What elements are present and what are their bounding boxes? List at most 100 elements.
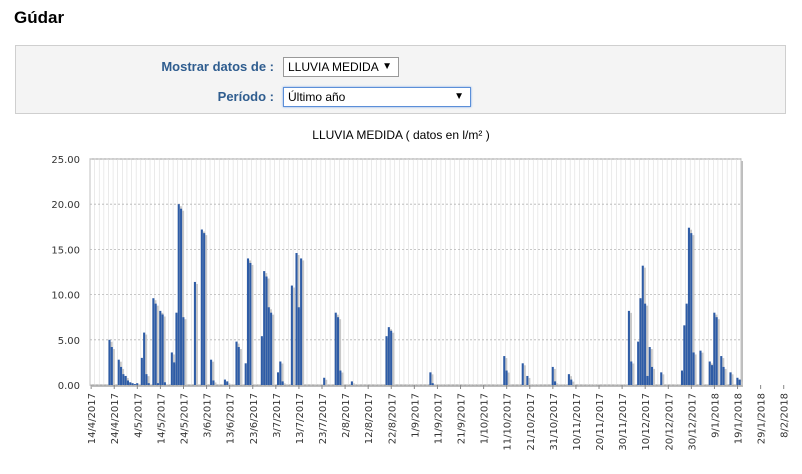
bar bbox=[177, 204, 180, 385]
bar-shadow bbox=[341, 372, 344, 385]
bar-shadow bbox=[283, 383, 286, 385]
bar bbox=[639, 298, 642, 385]
y-tick-label: 25.00 bbox=[51, 155, 80, 166]
bar bbox=[736, 377, 739, 385]
bar bbox=[133, 384, 136, 385]
bar bbox=[170, 352, 173, 385]
y-tick-label: 20.00 bbox=[51, 200, 80, 211]
x-tick-label: 21/9/2017 bbox=[457, 393, 468, 444]
data-source-label: Mostrar datos de : bbox=[161, 59, 274, 74]
bar bbox=[237, 347, 240, 385]
bar bbox=[147, 383, 150, 385]
bar bbox=[281, 381, 284, 385]
y-tick-label: 10.00 bbox=[51, 291, 80, 302]
period-label: Período : bbox=[217, 89, 274, 104]
bar bbox=[713, 312, 716, 385]
bar-shadow bbox=[205, 235, 208, 385]
bar bbox=[203, 233, 206, 385]
x-tick-label: 13/6/2017 bbox=[226, 393, 237, 444]
bar bbox=[699, 350, 702, 385]
bar bbox=[295, 253, 298, 385]
bar bbox=[249, 262, 252, 385]
bar-shadow bbox=[184, 319, 187, 385]
bar-shadow bbox=[572, 381, 575, 385]
bar bbox=[244, 363, 247, 385]
x-tick-label: 1/9/2017 bbox=[410, 393, 421, 438]
x-tick-label: 3/7/2017 bbox=[272, 393, 283, 438]
bar bbox=[265, 276, 268, 385]
bar bbox=[722, 366, 725, 385]
bar bbox=[660, 372, 663, 385]
bar-shadow bbox=[662, 374, 665, 385]
bar-shadow bbox=[528, 377, 531, 385]
x-tick-label: 24/5/2017 bbox=[179, 393, 190, 444]
bar bbox=[276, 372, 280, 385]
bar bbox=[226, 381, 229, 385]
bar bbox=[161, 314, 164, 385]
filter-panel: Mostrar datos de : LLUVIA MEDIDA ▼ Perío… bbox=[15, 45, 786, 114]
bar bbox=[140, 357, 143, 385]
bar bbox=[570, 379, 573, 385]
bar bbox=[180, 208, 183, 385]
x-tick-label: 14/4/2017 bbox=[87, 393, 98, 444]
bar bbox=[683, 325, 686, 385]
bar-shadow bbox=[272, 314, 275, 385]
bar bbox=[200, 229, 203, 385]
bar-shadow bbox=[228, 383, 231, 385]
bar-shadow bbox=[325, 379, 328, 385]
bar bbox=[279, 361, 282, 385]
bar bbox=[270, 312, 273, 385]
x-tick-label: 10/11/2017 bbox=[572, 393, 583, 451]
bar-shadow bbox=[740, 381, 743, 385]
x-tick-label: 30/12/2017 bbox=[687, 393, 698, 451]
bar bbox=[505, 370, 508, 385]
bar bbox=[738, 379, 741, 385]
x-tick-label: 19/1/2018 bbox=[734, 393, 745, 444]
bar bbox=[646, 375, 649, 385]
bar bbox=[729, 372, 732, 385]
bar-shadow bbox=[632, 363, 635, 385]
bar bbox=[159, 310, 162, 385]
bar-shadow bbox=[251, 264, 254, 385]
bar-shadow bbox=[165, 384, 168, 385]
x-tick-label: 24/4/2017 bbox=[110, 393, 121, 444]
bar bbox=[122, 374, 125, 385]
bar bbox=[350, 381, 353, 385]
bar-shadow bbox=[112, 349, 115, 385]
bar-shadow bbox=[646, 305, 649, 385]
bar bbox=[297, 307, 300, 385]
bar bbox=[300, 258, 303, 385]
bar bbox=[246, 258, 250, 385]
bar-shadow bbox=[556, 383, 559, 385]
bar-shadow bbox=[163, 316, 166, 385]
x-tick-label: 23/6/2017 bbox=[249, 393, 260, 444]
bar bbox=[687, 227, 690, 385]
bar bbox=[650, 366, 654, 385]
data-source-value: LLUVIA MEDIDA bbox=[288, 60, 379, 74]
x-tick-label: 3/6/2017 bbox=[203, 393, 214, 438]
x-tick-label: 11/10/2017 bbox=[503, 393, 514, 451]
x-tick-label: 4/5/2017 bbox=[133, 393, 144, 438]
x-tick-label: 9/1/2018 bbox=[710, 393, 721, 438]
page-title: Gúdar bbox=[14, 8, 65, 27]
bar bbox=[334, 312, 337, 385]
bar-shadow bbox=[292, 287, 295, 385]
x-tick-label: 8/2/2018 bbox=[780, 393, 791, 438]
data-source-select[interactable]: LLUVIA MEDIDA ▼ bbox=[283, 57, 399, 77]
period-select[interactable]: Último año ▼ bbox=[283, 87, 471, 107]
x-tick-label: 20/12/2017 bbox=[664, 393, 675, 451]
bar bbox=[337, 317, 340, 385]
x-tick-label: 2/8/2017 bbox=[341, 393, 352, 438]
bar bbox=[175, 312, 178, 385]
bar bbox=[526, 375, 529, 385]
bar bbox=[163, 382, 166, 385]
bar-shadow bbox=[156, 305, 159, 385]
bar bbox=[648, 347, 651, 385]
bar bbox=[521, 363, 524, 385]
bar bbox=[390, 330, 393, 385]
bar bbox=[692, 352, 695, 385]
x-tick-label: 10/12/2017 bbox=[641, 393, 652, 451]
bar bbox=[429, 372, 432, 385]
bar bbox=[644, 303, 647, 385]
bar bbox=[124, 375, 127, 385]
